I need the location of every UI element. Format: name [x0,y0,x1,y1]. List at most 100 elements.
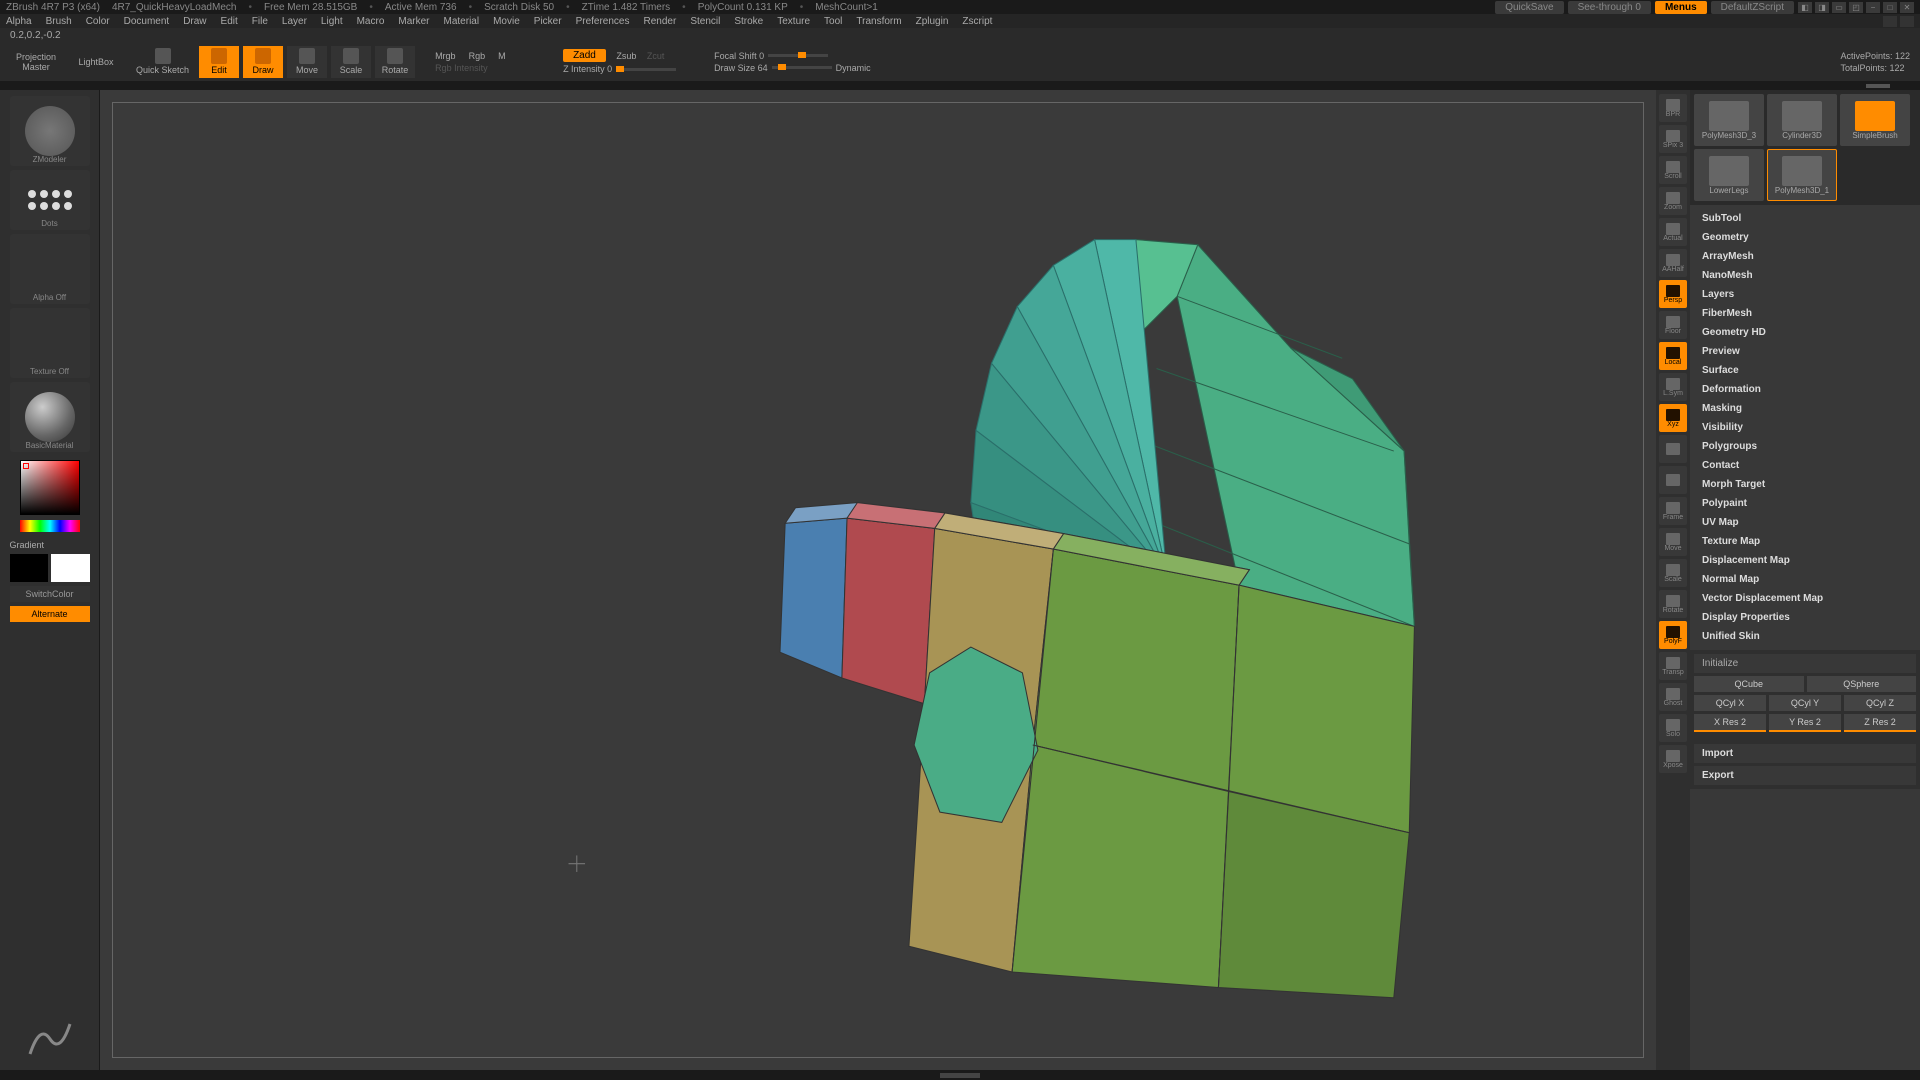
stroke-slot[interactable]: Dots [10,170,90,230]
palette-contact[interactable]: Contact [1694,456,1916,475]
texture-slot[interactable]: Texture Off [10,308,90,378]
initialize-header[interactable]: Initialize [1694,654,1916,673]
z-intensity-slider[interactable]: Z Intensity 0 [563,64,612,74]
timeline-track[interactable] [0,82,1920,90]
palette-masking[interactable]: Masking [1694,399,1916,418]
palette-displacement-map[interactable]: Displacement Map [1694,551,1916,570]
zadd-button[interactable]: Zadd [563,49,606,62]
default-script[interactable]: DefaultZScript [1711,1,1794,14]
shelf-transp[interactable]: Transp [1659,652,1687,680]
shelf-polyf[interactable]: PolyF [1659,621,1687,649]
palette-preview[interactable]: Preview [1694,342,1916,361]
primary-color[interactable] [51,554,90,582]
scale-mode-button[interactable]: Scale [331,46,371,78]
shelf-zoom[interactable]: Zoom [1659,187,1687,215]
tool-slot[interactable]: LowerLegs [1694,149,1764,201]
shelf-frame[interactable]: Frame [1659,497,1687,525]
menu-item[interactable]: Transform [856,16,901,27]
brush-slot[interactable]: ZModeler [10,96,90,166]
draw-size-slider[interactable]: Draw Size 64 [714,63,768,73]
tool-slot[interactable]: PolyMesh3D_1 [1767,149,1837,201]
palette-morph-target[interactable]: Morph Target [1694,475,1916,494]
tool-slot[interactable]: PolyMesh3D_3 [1694,94,1764,146]
shelf-floor[interactable]: Floor [1659,311,1687,339]
menu-item[interactable]: Brush [46,16,72,27]
menus-toggle[interactable]: Menus [1655,1,1707,14]
dynamic-button[interactable]: Dynamic [836,63,871,73]
shelf-scale[interactable]: Scale [1659,559,1687,587]
palette-vector-displacement-map[interactable]: Vector Displacement Map [1694,589,1916,608]
lightbox-button[interactable]: LightBox [66,46,126,78]
zres-slider[interactable]: Z Res 2 [1844,714,1916,732]
palette-geometry-hd[interactable]: Geometry HD [1694,323,1916,342]
alternate-button[interactable]: Alternate [10,606,90,622]
win-btn[interactable]: ▭ [1832,2,1846,13]
rgb-button[interactable]: Rgb [469,51,486,61]
shelf-bpr[interactable]: BPR [1659,94,1687,122]
seethrough-slider[interactable]: See-through 0 [1568,1,1651,14]
menu-item[interactable]: File [252,16,268,27]
move-mode-button[interactable]: Move [287,46,327,78]
shelf-persp[interactable]: Persp [1659,280,1687,308]
shelf-rotate[interactable]: Rotate [1659,590,1687,618]
palette-texture-map[interactable]: Texture Map [1694,532,1916,551]
menu-item[interactable]: Alpha [6,16,32,27]
menu-item[interactable]: Edit [221,16,238,27]
palette-display-properties[interactable]: Display Properties [1694,608,1916,627]
win-btn[interactable]: ◨ [1815,2,1829,13]
palette-unified-skin[interactable]: Unified Skin [1694,627,1916,646]
menu-item[interactable]: Color [86,16,110,27]
dock-button[interactable] [1900,16,1914,27]
export-button[interactable]: Export [1694,766,1916,785]
focal-shift-slider[interactable]: Focal Shift 0 [714,51,764,61]
mrgb-button[interactable]: Mrgb [435,51,456,61]
palette-fibermesh[interactable]: FiberMesh [1694,304,1916,323]
palette-geometry[interactable]: Geometry [1694,228,1916,247]
alpha-slot[interactable]: Alpha Off [10,234,90,304]
zsub-button[interactable]: Zsub [616,51,636,61]
menu-item[interactable]: Render [644,16,677,27]
menu-item[interactable]: Macro [357,16,385,27]
qcyl-z-button[interactable]: QCyl Z [1844,695,1916,711]
palette-surface[interactable]: Surface [1694,361,1916,380]
palette-normal-map[interactable]: Normal Map [1694,570,1916,589]
palette-deformation[interactable]: Deformation [1694,380,1916,399]
palette-layers[interactable]: Layers [1694,285,1916,304]
menu-item[interactable]: Movie [493,16,520,27]
palette-polygroups[interactable]: Polygroups [1694,437,1916,456]
quick-sketch-button[interactable]: Quick Sketch [130,46,195,78]
shelf-solo[interactable]: Solo [1659,714,1687,742]
color-picker[interactable] [10,456,90,536]
m-button[interactable]: M [498,51,506,61]
palette-visibility[interactable]: Visibility [1694,418,1916,437]
menu-item[interactable]: Stroke [734,16,763,27]
close-button[interactable]: ✕ [1900,2,1914,13]
menu-item[interactable]: Zscript [962,16,992,27]
palette-polypaint[interactable]: Polypaint [1694,494,1916,513]
shelf-button[interactable] [1659,435,1687,463]
switch-color-button[interactable]: SwitchColor [10,586,90,602]
menu-item[interactable]: Document [124,16,170,27]
rotate-mode-button[interactable]: Rotate [375,46,415,78]
xres-slider[interactable]: X Res 2 [1694,714,1766,732]
qsphere-button[interactable]: QSphere [1807,676,1917,692]
yres-slider[interactable]: Y Res 2 [1769,714,1841,732]
viewport[interactable] [100,90,1656,1070]
shelf-local[interactable]: Local [1659,342,1687,370]
shelf-actual[interactable]: Actual [1659,218,1687,246]
qcyl-y-button[interactable]: QCyl Y [1769,695,1841,711]
palette-nanomesh[interactable]: NanoMesh [1694,266,1916,285]
bottom-bar[interactable] [0,1070,1920,1080]
menu-item[interactable]: Tool [824,16,842,27]
tool-slot[interactable]: SimpleBrush [1840,94,1910,146]
tool-slot[interactable]: Cylinder3D [1767,94,1837,146]
win-btn[interactable]: ◰ [1849,2,1863,13]
material-slot[interactable]: BasicMaterial [10,382,90,452]
rgb-intensity-slider[interactable]: Rgb Intensity [435,63,488,73]
import-button[interactable]: Import [1694,744,1916,763]
shelf-aahalf[interactable]: AAHalf [1659,249,1687,277]
shelf-xyz[interactable]: Xyz [1659,404,1687,432]
menu-item[interactable]: Layer [282,16,307,27]
secondary-color[interactable] [10,554,49,582]
shelf-xpose[interactable]: Xpose [1659,745,1687,773]
